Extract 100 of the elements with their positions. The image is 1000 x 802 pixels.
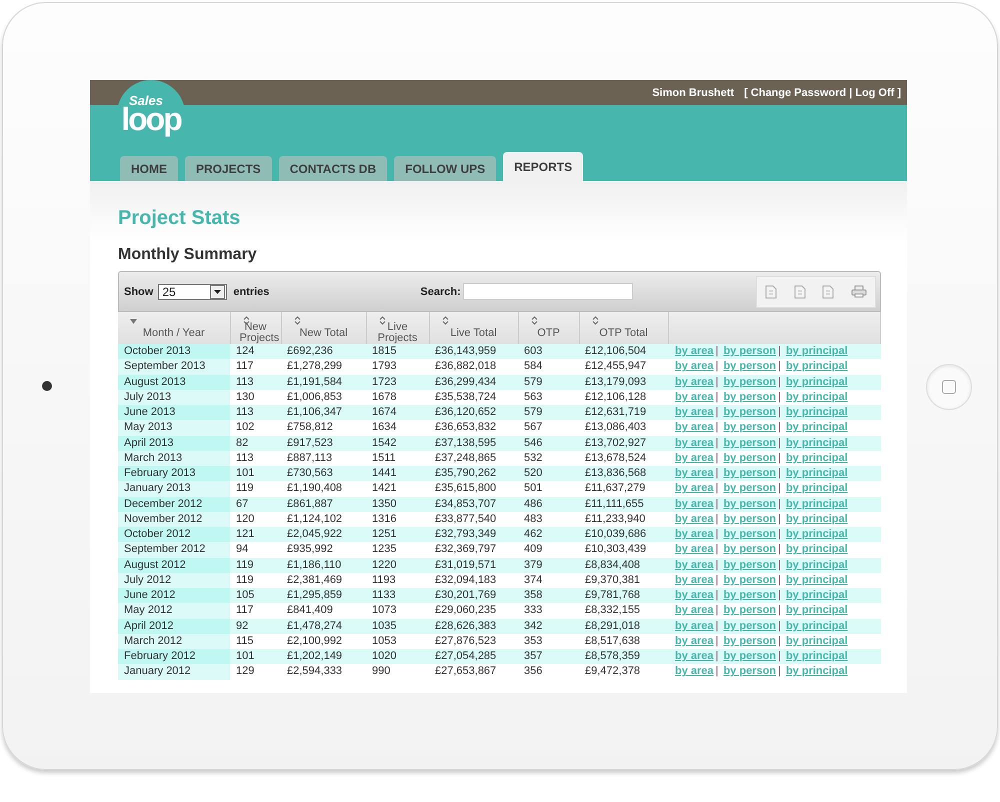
report-link[interactable]: by area [675,543,714,556]
report-link[interactable]: by area [675,467,714,480]
table-cell: 546 [518,436,579,451]
report-link[interactable]: by principal [786,421,848,434]
report-link[interactable]: by principal [786,345,848,358]
search-field[interactable] [462,283,633,300]
nav-tab[interactable]: REPORTS [503,152,584,181]
report-link[interactable]: by area [675,436,714,449]
column-header[interactable]: OTP Total [579,312,668,344]
table-cell: January 2013 [118,481,230,496]
printer-icon[interactable] [850,285,867,298]
column-header[interactable]: Live Projects [366,312,429,344]
table-cell: £1,478,274 [281,618,366,634]
table-cell: £8,834,408 [579,558,668,573]
report-link[interactable]: by area [675,512,714,525]
document-icon[interactable] [765,284,778,298]
table-cell: £36,299,434 [429,374,518,390]
account-link[interactable]: Log Off [855,86,894,98]
column-header[interactable]: Month / Year [118,312,230,344]
nav-tab[interactable]: PROJECTS [185,156,272,181]
report-link[interactable]: by person [723,620,776,632]
report-link[interactable]: by person [723,589,776,602]
report-link[interactable]: by principal [786,467,848,480]
report-link[interactable]: by principal [786,512,848,525]
page-size-select[interactable]: 25 [158,284,228,300]
report-link[interactable]: by area [675,574,714,586]
separator: | [716,467,718,480]
report-link[interactable]: by person [723,360,776,372]
report-link[interactable]: by principal [786,376,848,388]
document-icon[interactable] [822,284,834,298]
report-link[interactable]: by area [675,665,714,678]
report-link[interactable]: by area [675,345,714,358]
separator: | [778,467,781,480]
table-cell: 1815 [366,344,429,360]
report-link[interactable]: by area [675,650,714,662]
report-link[interactable]: by person [723,390,776,403]
report-link[interactable]: by principal [786,558,848,571]
account-link[interactable]: Change Password [750,86,846,98]
report-link[interactable]: by principal [786,574,848,586]
column-header[interactable]: Live Total [429,312,518,344]
report-link[interactable]: by area [675,360,714,372]
report-link[interactable]: by person [723,498,776,510]
report-link[interactable]: by area [675,390,714,403]
report-link[interactable]: by principal [786,498,848,510]
report-link[interactable]: by area [675,421,714,434]
table-cell: £1,191,584 [281,374,366,390]
report-link[interactable]: by person [723,406,776,418]
nav-tab[interactable]: FOLLOW UPS [394,156,496,181]
report-link[interactable]: by principal [786,620,848,632]
report-link[interactable]: by principal [786,589,848,602]
report-link[interactable]: by area [675,452,714,464]
report-link[interactable]: by area [675,634,714,647]
report-link[interactable]: by principal [786,360,848,372]
report-link[interactable]: by area [675,620,714,632]
report-link[interactable]: by person [723,543,776,556]
report-link[interactable]: by person [723,482,776,494]
report-link[interactable]: by person [723,467,776,480]
report-link[interactable]: by person [723,512,776,525]
report-link[interactable]: by area [675,406,714,418]
report-link[interactable]: by person [723,558,776,571]
report-link[interactable]: by principal [786,634,848,647]
report-link[interactable]: by person [723,452,776,464]
column-header[interactable]: New Projects [230,312,281,344]
report-link[interactable]: by principal [786,665,848,678]
table-cell: £36,143,959 [429,344,518,360]
table-cell: £12,106,504 [579,344,668,360]
report-link[interactable]: by principal [786,482,848,494]
report-link[interactable]: by person [723,436,776,449]
separator: | [778,574,781,586]
report-link[interactable]: by principal [786,452,848,464]
report-link[interactable]: by person [723,634,776,647]
report-link[interactable]: by person [723,574,776,586]
report-link[interactable]: by person [723,421,776,434]
report-link[interactable]: by principal [786,543,848,556]
report-link[interactable]: by principal [786,436,848,449]
report-link[interactable]: by area [675,589,714,602]
report-link[interactable]: by principal [786,650,848,662]
report-link[interactable]: by area [675,558,714,571]
report-link[interactable]: by area [675,604,714,616]
report-link[interactable]: by principal [786,406,848,418]
report-link[interactable]: by person [723,650,776,662]
table-cell: 379 [518,558,579,573]
report-link[interactable]: by area [675,376,714,388]
report-link[interactable]: by area [675,482,714,494]
report-link[interactable]: by area [675,498,714,510]
nav-tab[interactable]: CONTACTS DB [278,156,388,181]
column-header[interactable]: OTP [518,312,579,344]
report-link[interactable]: by principal [786,528,848,540]
column-header[interactable]: New Total [281,312,366,344]
report-link[interactable]: by person [723,604,776,616]
report-link[interactable]: by person [723,665,776,678]
report-link[interactable]: by area [675,528,714,540]
report-link[interactable]: by principal [786,604,848,616]
document-icon[interactable] [794,284,806,298]
report-link[interactable]: by person [723,345,776,358]
report-link[interactable]: by person [723,376,776,388]
report-link[interactable]: by person [723,528,776,540]
home-button[interactable] [926,364,972,410]
report-link[interactable]: by principal [786,390,848,403]
nav-tab[interactable]: HOME [120,156,178,181]
